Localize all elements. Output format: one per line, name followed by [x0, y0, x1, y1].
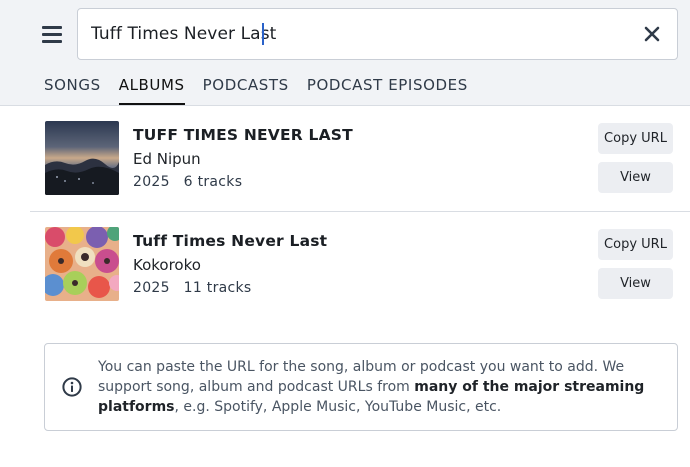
tab-bar: SONGS ALBUMS PODCASTS PODCAST EPISODES [44, 74, 486, 106]
info-circle-icon [62, 377, 82, 397]
tab-podcasts[interactable]: PODCASTS [203, 74, 289, 106]
album-meta: 2025 6 tracks [133, 174, 251, 190]
album-result: Tuff Times Never Last Kokoroko 2025 11 t… [30, 220, 690, 318]
text-caret [262, 23, 264, 45]
close-icon[interactable] [641, 23, 663, 45]
info-box: You can paste the URL for the song, albu… [44, 343, 678, 431]
album-title: TUFF TIMES NEVER LAST [133, 126, 353, 144]
album-meta: 2025 11 tracks [133, 280, 261, 296]
album-track-count: 11 tracks [183, 280, 252, 296]
album-title: Tuff Times Never Last [133, 232, 328, 250]
search-box[interactable] [77, 8, 678, 60]
album-year: 2025 [133, 280, 170, 296]
album-cover [45, 121, 119, 195]
tab-songs[interactable]: SONGS [44, 74, 101, 106]
top-bar: SONGS ALBUMS PODCASTS PODCAST EPISODES [0, 0, 690, 106]
album-artist: Ed Nipun [133, 150, 201, 168]
album-year: 2025 [133, 174, 170, 190]
view-button[interactable]: View [598, 162, 673, 193]
copy-url-button[interactable]: Copy URL [598, 123, 673, 154]
info-text-after: , e.g. Spotify, Apple Music, YouTube Mus… [174, 399, 502, 415]
tab-podcast-episodes[interactable]: PODCAST EPISODES [307, 74, 468, 106]
search-input[interactable] [91, 9, 631, 59]
album-result: TUFF TIMES NEVER LAST Ed Nipun 2025 6 tr… [30, 114, 690, 212]
info-text: You can paste the URL for the song, albu… [98, 357, 668, 417]
album-track-count: 6 tracks [183, 174, 243, 190]
copy-url-button[interactable]: Copy URL [598, 229, 673, 260]
album-cover [45, 227, 119, 301]
hamburger-menu-icon[interactable] [42, 24, 64, 44]
album-artist: Kokoroko [133, 256, 201, 274]
tab-albums[interactable]: ALBUMS [118, 74, 185, 106]
view-button[interactable]: View [598, 268, 673, 299]
